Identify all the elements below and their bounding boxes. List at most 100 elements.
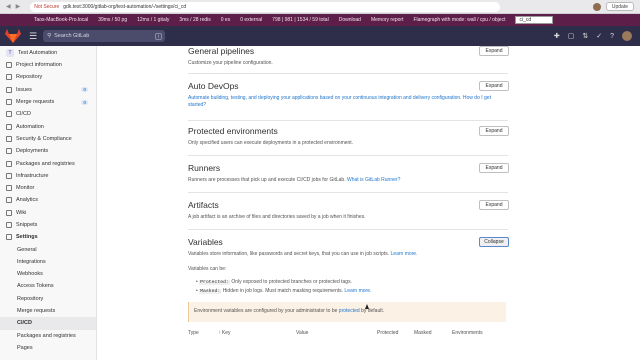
gitlab-logo-icon[interactable] bbox=[5, 29, 21, 43]
perf-memory[interactable]: Memory report bbox=[371, 17, 404, 23]
col-type[interactable]: Type bbox=[188, 330, 199, 336]
sidebar-item[interactable]: Packages and registries bbox=[0, 330, 96, 342]
sidebar-item-icon bbox=[6, 111, 12, 118]
protected-bullet: • Protected: Only exposed to protected b… bbox=[196, 279, 352, 285]
collapse-button[interactable]: Collapse bbox=[479, 237, 509, 247]
sidebar-item-label: Integrations bbox=[17, 258, 46, 265]
section-title: Auto DevOps bbox=[188, 81, 239, 91]
perf-download[interactable]: Download bbox=[339, 17, 361, 23]
perf-redis[interactable]: 3ms / 28 redis bbox=[179, 17, 210, 23]
perf-flamegraph[interactable]: Flamegraph with mode: wall / cpu / objec… bbox=[413, 17, 505, 23]
sidebar-item-icon bbox=[6, 234, 12, 241]
sidebar-item[interactable]: Merge requests bbox=[0, 305, 96, 317]
perf-select[interactable]: ci_cd bbox=[515, 16, 554, 24]
address-bar[interactable]: Not Secure gdk.test:3000/gitlab-org/test… bbox=[30, 1, 501, 12]
forward-icon[interactable]: ▶ bbox=[16, 3, 21, 10]
perf-pg[interactable]: 39ms / 50 pg bbox=[98, 17, 127, 23]
url-text[interactable]: gdk.test:3000/gitlab-org/test-automation… bbox=[63, 4, 186, 10]
user-avatar[interactable] bbox=[622, 31, 632, 41]
sidebar-item[interactable]: Integrations bbox=[0, 256, 96, 268]
section-title: Artifacts bbox=[188, 200, 219, 210]
sidebar-item[interactable]: Repository bbox=[0, 71, 96, 83]
runners-desc: Runners are processes that pick up and e… bbox=[188, 177, 346, 183]
expand-button[interactable]: Expand bbox=[479, 46, 509, 56]
project-avatar: T bbox=[6, 48, 14, 57]
section-title: Runners bbox=[188, 163, 221, 173]
sidebar-item-label: Project information bbox=[16, 62, 62, 69]
sidebar-item-label: Automation bbox=[16, 123, 44, 130]
sidebar-item[interactable]: Analytics bbox=[0, 194, 96, 206]
perf-es[interactable]: 0 es bbox=[221, 17, 230, 23]
section-variables: Variables Variables store information, l… bbox=[188, 237, 509, 261]
sidebar-item[interactable]: Deployments bbox=[0, 145, 96, 157]
sidebar-item[interactable]: General bbox=[0, 243, 96, 255]
variables-table-header: Type ↑ Key Value Protected Masked Enviro… bbox=[188, 330, 508, 340]
sidebar-item[interactable]: Settings bbox=[0, 231, 96, 243]
alert-text-pre: Environment variables are configured by … bbox=[194, 308, 338, 314]
sidebar-item[interactable]: Webhooks bbox=[0, 268, 96, 280]
sidebar-item[interactable]: Infrastructure bbox=[0, 170, 96, 182]
sidebar-item-icon bbox=[6, 160, 12, 167]
sidebar-item[interactable]: Project information bbox=[0, 59, 96, 71]
browser-toolbar: ◀ ▶ Not Secure gdk.test:3000/gitlab-org/… bbox=[0, 0, 640, 14]
sidebar-item[interactable]: Security & Compliance bbox=[0, 133, 96, 145]
search-icon: ⚲ bbox=[47, 33, 52, 39]
sidebar-item[interactable]: Access Tokens bbox=[0, 280, 96, 292]
section-description: Only specified users can execute deploym… bbox=[188, 140, 354, 146]
sidebar-item-icon bbox=[6, 74, 12, 81]
variables-learn-more-link[interactable]: Learn more. bbox=[391, 251, 418, 257]
col-environments: Environments bbox=[452, 330, 483, 336]
auto-devops-desc-link[interactable]: Automate building, testing, and deployin… bbox=[188, 95, 462, 101]
sidebar-item-label: Snippets bbox=[16, 222, 38, 228]
sidebar-item[interactable]: Merge requests 0 bbox=[0, 96, 96, 108]
sidebar-item[interactable]: Pages bbox=[0, 342, 96, 354]
issues-icon[interactable]: ▢ bbox=[568, 32, 575, 40]
sidebar-item-label: Packages and registries bbox=[16, 160, 75, 167]
todo-icon[interactable]: ✓ bbox=[596, 32, 602, 40]
sidebar-item-label: Merge requests bbox=[16, 99, 55, 106]
section-description: Runners are processes that pick up and e… bbox=[188, 177, 508, 184]
search-shortcut: / bbox=[154, 32, 163, 40]
sidebar-item-label: Repository bbox=[17, 295, 44, 302]
perf-external[interactable]: 0 external bbox=[240, 17, 262, 23]
sidebar-item[interactable]: CI/CD bbox=[0, 317, 96, 330]
sidebar-item-icon bbox=[6, 172, 12, 179]
sidebar-item[interactable]: Snippets bbox=[0, 219, 96, 231]
menu-icon[interactable]: ☰ bbox=[29, 31, 37, 42]
sidebar-item-label: Deployments bbox=[16, 148, 49, 155]
sidebar-item[interactable]: Automation bbox=[0, 120, 96, 132]
expand-button[interactable]: Expand bbox=[479, 163, 509, 173]
perf-total[interactable]: 798 | 981 | 1534 / 59 total bbox=[272, 17, 329, 23]
sidebar-item[interactable]: Issues 0 bbox=[0, 84, 96, 96]
col-key[interactable]: ↑ Key bbox=[218, 330, 231, 336]
search-input[interactable]: ⚲ Search GitLab / bbox=[43, 30, 166, 42]
sidebar-item[interactable]: Repository bbox=[0, 293, 96, 305]
back-icon[interactable]: ◀ bbox=[6, 3, 11, 10]
profile-avatar[interactable] bbox=[592, 2, 601, 11]
sidebar-item-label: Pages bbox=[17, 344, 33, 351]
perf-gitaly[interactable]: 12ms / 1 gitaly bbox=[137, 17, 169, 23]
masked-bullet: • Masked: Hidden in job logs. Must match… bbox=[196, 288, 372, 294]
section-general-pipelines: General pipelines Customize your pipelin… bbox=[188, 46, 509, 74]
sidebar-item[interactable]: Monitor bbox=[0, 182, 96, 194]
alert-protected-link[interactable]: protected bbox=[339, 308, 360, 314]
merge-request-icon[interactable]: ⇅ bbox=[582, 32, 588, 40]
masked-learn-more-link[interactable]: Learn more. bbox=[344, 288, 371, 294]
sidebar-item[interactable]: Wiki bbox=[0, 207, 96, 219]
sidebar-project[interactable]: T Test Automation bbox=[0, 46, 96, 59]
help-icon[interactable]: ? bbox=[610, 33, 614, 40]
runner-help-link[interactable]: What is GitLab Runner? bbox=[347, 177, 400, 183]
sidebar-item-label: Packages and registries bbox=[17, 332, 76, 339]
expand-button[interactable]: Expand bbox=[479, 200, 509, 210]
sidebar-item[interactable]: CI/CD bbox=[0, 108, 96, 120]
section-artifacts: Artifacts A job artifact is an archive o… bbox=[188, 200, 509, 230]
expand-button[interactable]: Expand bbox=[479, 126, 509, 136]
update-button[interactable]: Update bbox=[605, 2, 634, 11]
expand-button[interactable]: Expand bbox=[479, 81, 509, 91]
sidebar-item-icon bbox=[6, 86, 12, 93]
search-placeholder: Search GitLab bbox=[54, 33, 90, 39]
plus-icon[interactable]: ✚ bbox=[554, 32, 560, 40]
sidebar-item[interactable]: Packages and registries bbox=[0, 157, 96, 169]
sidebar-item-label: Repository bbox=[16, 74, 43, 81]
sidebar-item-icon bbox=[6, 123, 12, 130]
